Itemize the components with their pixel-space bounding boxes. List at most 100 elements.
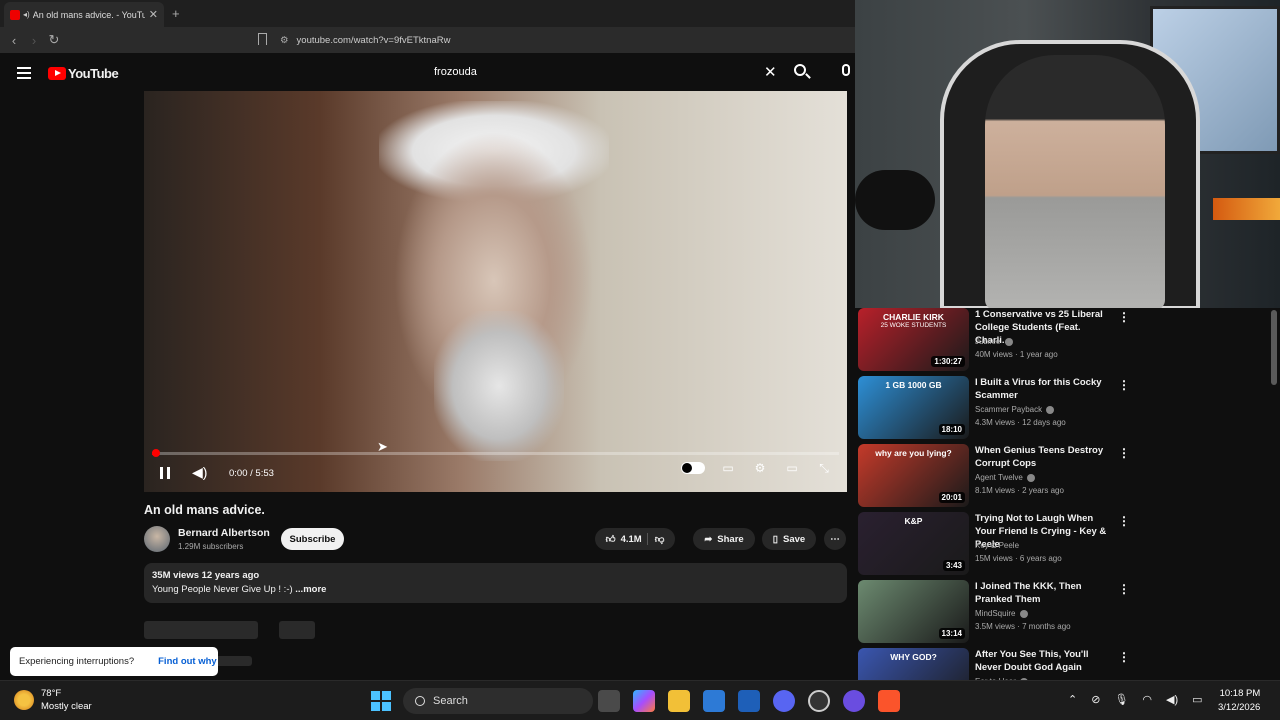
copilot-icon[interactable]	[633, 690, 655, 712]
like-count: 4.1M	[620, 533, 642, 545]
recommendation-item[interactable]: K&P 3:43 Trying Not to Laugh When Your F…	[858, 512, 1158, 578]
windows-start-icon[interactable]	[371, 691, 391, 711]
more-vertical-icon[interactable]: ⋮	[1118, 310, 1130, 324]
volume-icon[interactable]: ◀)	[192, 464, 207, 481]
recommendation-title[interactable]: When Genius Teens Destroy Corrupt Cops	[975, 444, 1115, 470]
clear-search-icon[interactable]: ✕	[764, 63, 777, 81]
wifi-icon[interactable]: ◠	[1142, 693, 1152, 706]
more-vertical-icon[interactable]: ⋮	[1118, 650, 1130, 664]
bluetooth-app-icon[interactable]	[738, 690, 760, 712]
file-explorer-icon[interactable]	[668, 690, 690, 712]
thumbnail-text: K&P	[904, 516, 923, 526]
channel-name[interactable]: Bernard Albertson	[178, 527, 270, 539]
video-progress-bar[interactable]	[152, 449, 839, 457]
webcam-overlay	[855, 0, 1280, 308]
recommendation-item[interactable]: 13:14 I Joined The KKK, Then Pranked The…	[858, 580, 1158, 646]
find-out-why-link[interactable]: Find out why	[158, 656, 217, 667]
speaker-icon: ◂)	[23, 10, 30, 19]
more-vertical-icon[interactable]: ⋮	[1118, 514, 1130, 528]
more-vertical-icon[interactable]: ⋮	[1118, 582, 1130, 596]
network-off-icon[interactable]: ⊘	[1091, 693, 1100, 706]
more-link[interactable]: ...more	[295, 584, 326, 595]
interruption-toast: Experiencing interruptions? Find out why	[10, 647, 218, 676]
youtube-logo[interactable]: YouTube	[48, 66, 119, 81]
fullscreen-icon[interactable]: ⤡	[815, 461, 833, 475]
webcam-fireplace	[1213, 198, 1280, 220]
youtube-favicon-icon	[10, 9, 20, 20]
more-vertical-icon[interactable]: ⋮	[1118, 446, 1130, 460]
recommendation-meta: 4.3M views · 12 days ago	[975, 418, 1066, 427]
recommendation-title[interactable]: After You See This, You'll Never Doubt G…	[975, 648, 1115, 674]
mouse-cursor-icon: ➤	[377, 439, 388, 454]
menu-icon[interactable]	[17, 67, 31, 82]
channel-name-text: Key & Peele	[975, 541, 1020, 550]
task-view-icon[interactable]	[598, 690, 620, 712]
discord-icon[interactable]	[773, 690, 795, 712]
recommendation-title[interactable]: I Built a Virus for this Cocky Scammer	[975, 376, 1115, 402]
settings-gear-icon[interactable]: ⚙	[751, 461, 769, 475]
verified-check-icon	[1004, 337, 1013, 346]
recommendation-item[interactable]: why are you lying? 20:01 When Genius Tee…	[858, 444, 1158, 510]
more-vertical-icon[interactable]: ⋮	[1118, 378, 1130, 392]
recommendation-item[interactable]: CHARLIE KIRK 25 WOKE STUDENTS 1:30:27 1 …	[858, 308, 1158, 374]
browser-tab[interactable]: ◂) An old mans advice. - YouTube ✕	[4, 2, 164, 27]
save-button[interactable]: ▯ Save	[762, 528, 816, 550]
site-info-icon[interactable]: ⚙	[280, 35, 289, 46]
brave-browser-icon[interactable]	[878, 690, 900, 712]
recommendation-thumbnail[interactable]: K&P 3:43	[858, 512, 969, 575]
app-icon[interactable]	[808, 690, 830, 712]
thumbs-up-icon: 👍︎	[605, 534, 616, 545]
microsoft-store-icon[interactable]	[703, 690, 725, 712]
recommendation-thumbnail[interactable]: 1 GB 1000 GB 18:10	[858, 376, 969, 439]
close-tab-icon[interactable]: ✕	[149, 8, 158, 21]
recommendation-meta: 15M views · 6 years ago	[975, 554, 1062, 563]
weather-widget[interactable]: 78°F Mostly clear	[14, 687, 92, 713]
save-label: Save	[783, 533, 806, 545]
back-icon[interactable]: ‹	[4, 33, 24, 48]
taskbar-clock[interactable]: 10:18 PM 3/12/2026	[1218, 687, 1260, 715]
like-button[interactable]: 👍︎ 4.1M	[605, 533, 642, 546]
captions-icon[interactable]: ▭	[719, 461, 737, 475]
progress-scrubber[interactable]	[152, 449, 160, 457]
recommendation-title[interactable]: I Joined The KKK, Then Pranked Them	[975, 580, 1115, 606]
taskbar-search[interactable]: Search	[403, 688, 593, 714]
system-tray: ⌃ ⊘ 🎙︎ ◠ ◀) ▭	[1068, 693, 1203, 706]
description-box[interactable]	[144, 563, 847, 603]
pause-icon[interactable]	[160, 467, 170, 479]
chevron-up-icon[interactable]: ⌃	[1068, 693, 1077, 706]
channel-avatar[interactable]	[144, 526, 170, 552]
address-bar[interactable]: ⚙ youtube.com/watch?v=9fvETktnaRw	[280, 31, 850, 49]
theater-mode-icon[interactable]: ▭	[783, 461, 801, 475]
search-input[interactable]: frozouda	[425, 60, 785, 84]
more-actions-button[interactable]: ⋯	[824, 528, 846, 550]
bookmark-save-icon: ▯	[772, 533, 779, 545]
verified-check-icon	[1046, 405, 1055, 414]
recommendation-thumbnail[interactable]: why are you lying? 20:01	[858, 444, 969, 507]
forward-icon[interactable]: ›	[24, 33, 44, 48]
share-button[interactable]: ➦ Share	[693, 528, 755, 550]
video-duration: 3:43	[942, 560, 965, 571]
channel-name-text: MindSquire	[975, 609, 1016, 618]
reload-icon[interactable]: ↻	[44, 32, 64, 48]
microphone-icon[interactable]	[842, 64, 850, 76]
bookmark-icon[interactable]	[258, 33, 267, 45]
video-player[interactable]: ◀) 0:00 / 5:53 ▭ ⚙ ▭ ⤡	[144, 91, 847, 492]
sidebar-scrollbar[interactable]	[1271, 310, 1277, 385]
loading-placeholder	[279, 621, 315, 639]
clock-time: 10:18 PM	[1219, 688, 1261, 699]
app-icon[interactable]	[843, 690, 865, 712]
battery-icon[interactable]: ▭	[1192, 693, 1202, 706]
recommendation-item[interactable]: 1 GB 1000 GB 18:10 I Built a Virus for t…	[858, 376, 1158, 442]
screen: ◂) An old mans advice. - YouTube ✕ + ‹ ›…	[0, 0, 1280, 720]
subscribe-button[interactable]: Subscribe	[281, 528, 344, 550]
microphone-tray-icon[interactable]: 🎙︎	[1114, 693, 1128, 706]
recommendation-thumbnail[interactable]: 13:14	[858, 580, 969, 643]
search-icon[interactable]	[794, 64, 806, 76]
recommendation-thumbnail[interactable]: CHARLIE KIRK 25 WOKE STUDENTS 1:30:27	[858, 308, 969, 371]
new-tab-button[interactable]: +	[172, 6, 180, 21]
volume-tray-icon[interactable]: ◀)	[1166, 693, 1178, 706]
dislike-button[interactable]: 👎︎	[646, 533, 664, 545]
video-time: 0:00 / 5:53	[229, 468, 274, 479]
weather-condition: Mostly clear	[41, 701, 92, 712]
autoplay-toggle[interactable]	[681, 462, 705, 474]
